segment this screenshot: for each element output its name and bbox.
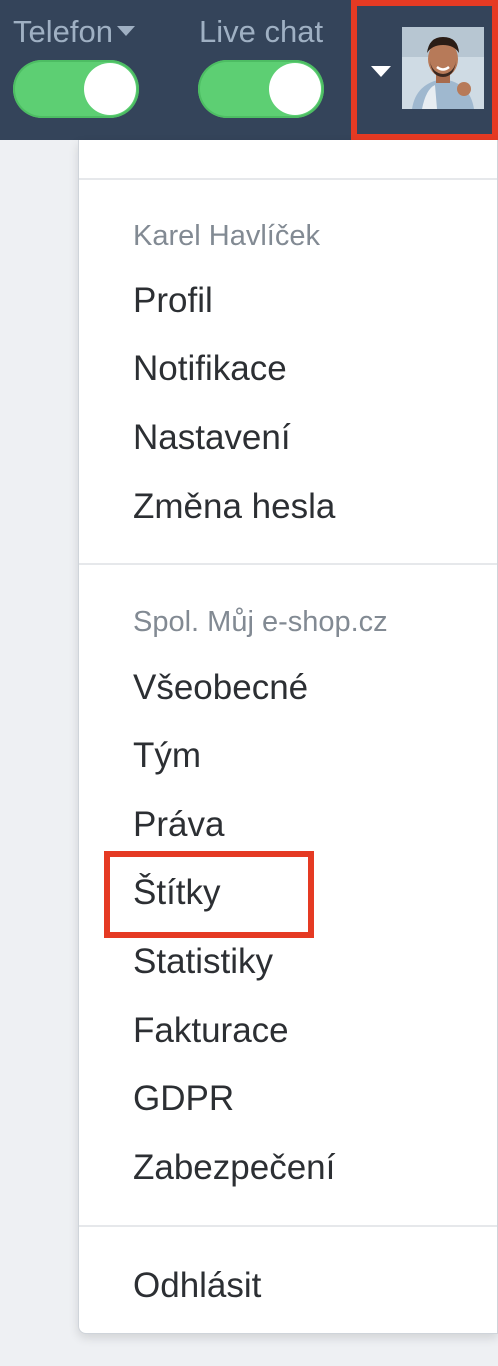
menu-item-security[interactable]: Zabezpečení [133, 1146, 335, 1190]
menu-item-profile[interactable]: Profil [133, 279, 213, 323]
menu-item-general[interactable]: Všeobecné [133, 666, 308, 710]
menu-item-rights[interactable]: Práva [133, 803, 224, 847]
logout-button[interactable]: Odhlásit [133, 1264, 261, 1308]
menu-item-change-password[interactable]: Změna hesla [133, 485, 335, 529]
menu-item-notifications[interactable]: Notifikace [133, 347, 287, 391]
menu-item-statistics[interactable]: Statistiky [133, 940, 273, 984]
company-header: Spol. Můj e-shop.cz [133, 606, 388, 638]
switch-knob [84, 63, 136, 115]
menu-item-billing[interactable]: Fakturace [133, 1009, 289, 1053]
livechat-label: Live chat [199, 14, 324, 49]
divider [79, 563, 497, 565]
divider [79, 178, 497, 180]
divider [79, 1225, 497, 1227]
menu-item-tags[interactable]: Štítky [133, 871, 221, 915]
top-bar: Telefon Live chat [0, 0, 498, 140]
switch-knob [269, 63, 321, 115]
avatar[interactable] [402, 27, 484, 109]
chevron-down-icon[interactable] [116, 25, 135, 36]
user-dropdown-menu: Karel Havlíček Profil Notifikace Nastave… [78, 140, 498, 1334]
chevron-down-icon [371, 66, 391, 77]
livechat-switch[interactable] [198, 60, 324, 118]
menu-item-gdpr[interactable]: GDPR [133, 1077, 234, 1121]
user-menu-button[interactable] [351, 0, 498, 140]
menu-item-settings[interactable]: Nastavení [133, 416, 291, 460]
phone-switch[interactable] [13, 60, 139, 118]
menu-item-team[interactable]: Tým [133, 734, 201, 778]
user-photo-icon [402, 27, 484, 109]
user-name-header: Karel Havlíček [133, 220, 320, 252]
phone-label[interactable]: Telefon [13, 12, 135, 52]
